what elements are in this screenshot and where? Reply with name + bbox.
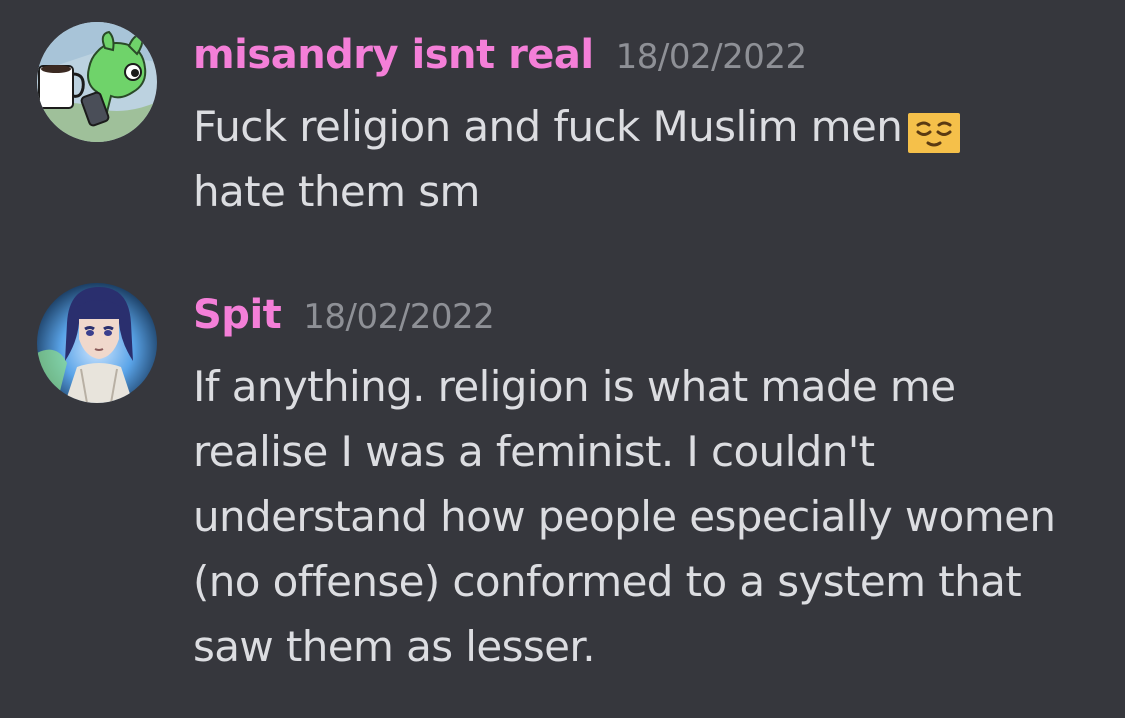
green-creature-with-mug-avatar-icon [37, 22, 157, 142]
message-header: misandry isnt real 18/02/2022 [193, 32, 807, 78]
relieved-face-emoji-icon [908, 106, 961, 153]
username[interactable]: Spit [193, 292, 282, 338]
avatar[interactable] [37, 22, 157, 142]
message-line: understand how people especially women [193, 492, 1056, 541]
message-line: saw them as lesser. [193, 622, 596, 671]
timestamp: 18/02/2022 [615, 37, 807, 77]
timestamp: 18/02/2022 [303, 297, 495, 337]
message-line: hate them sm [193, 167, 480, 216]
message-line: Fuck religion and fuck Muslim men [193, 94, 1073, 159]
message-text: Fuck religion and fuck Muslim men hate t… [193, 94, 1073, 224]
message-text: If anything. religion is what made me re… [193, 354, 1093, 679]
message-line-text: Fuck religion and fuck Muslim men [193, 102, 903, 151]
username[interactable]: misandry isnt real [193, 32, 594, 78]
anime-girl-avatar-icon [37, 283, 157, 403]
message-line: If anything. religion is what made me [193, 362, 956, 411]
message-header: Spit 18/02/2022 [193, 292, 495, 338]
message-line: (no offense) conformed to a system that [193, 557, 1022, 606]
message-line: realise I was a feminist. I couldn't [193, 427, 875, 476]
avatar[interactable] [37, 283, 157, 403]
